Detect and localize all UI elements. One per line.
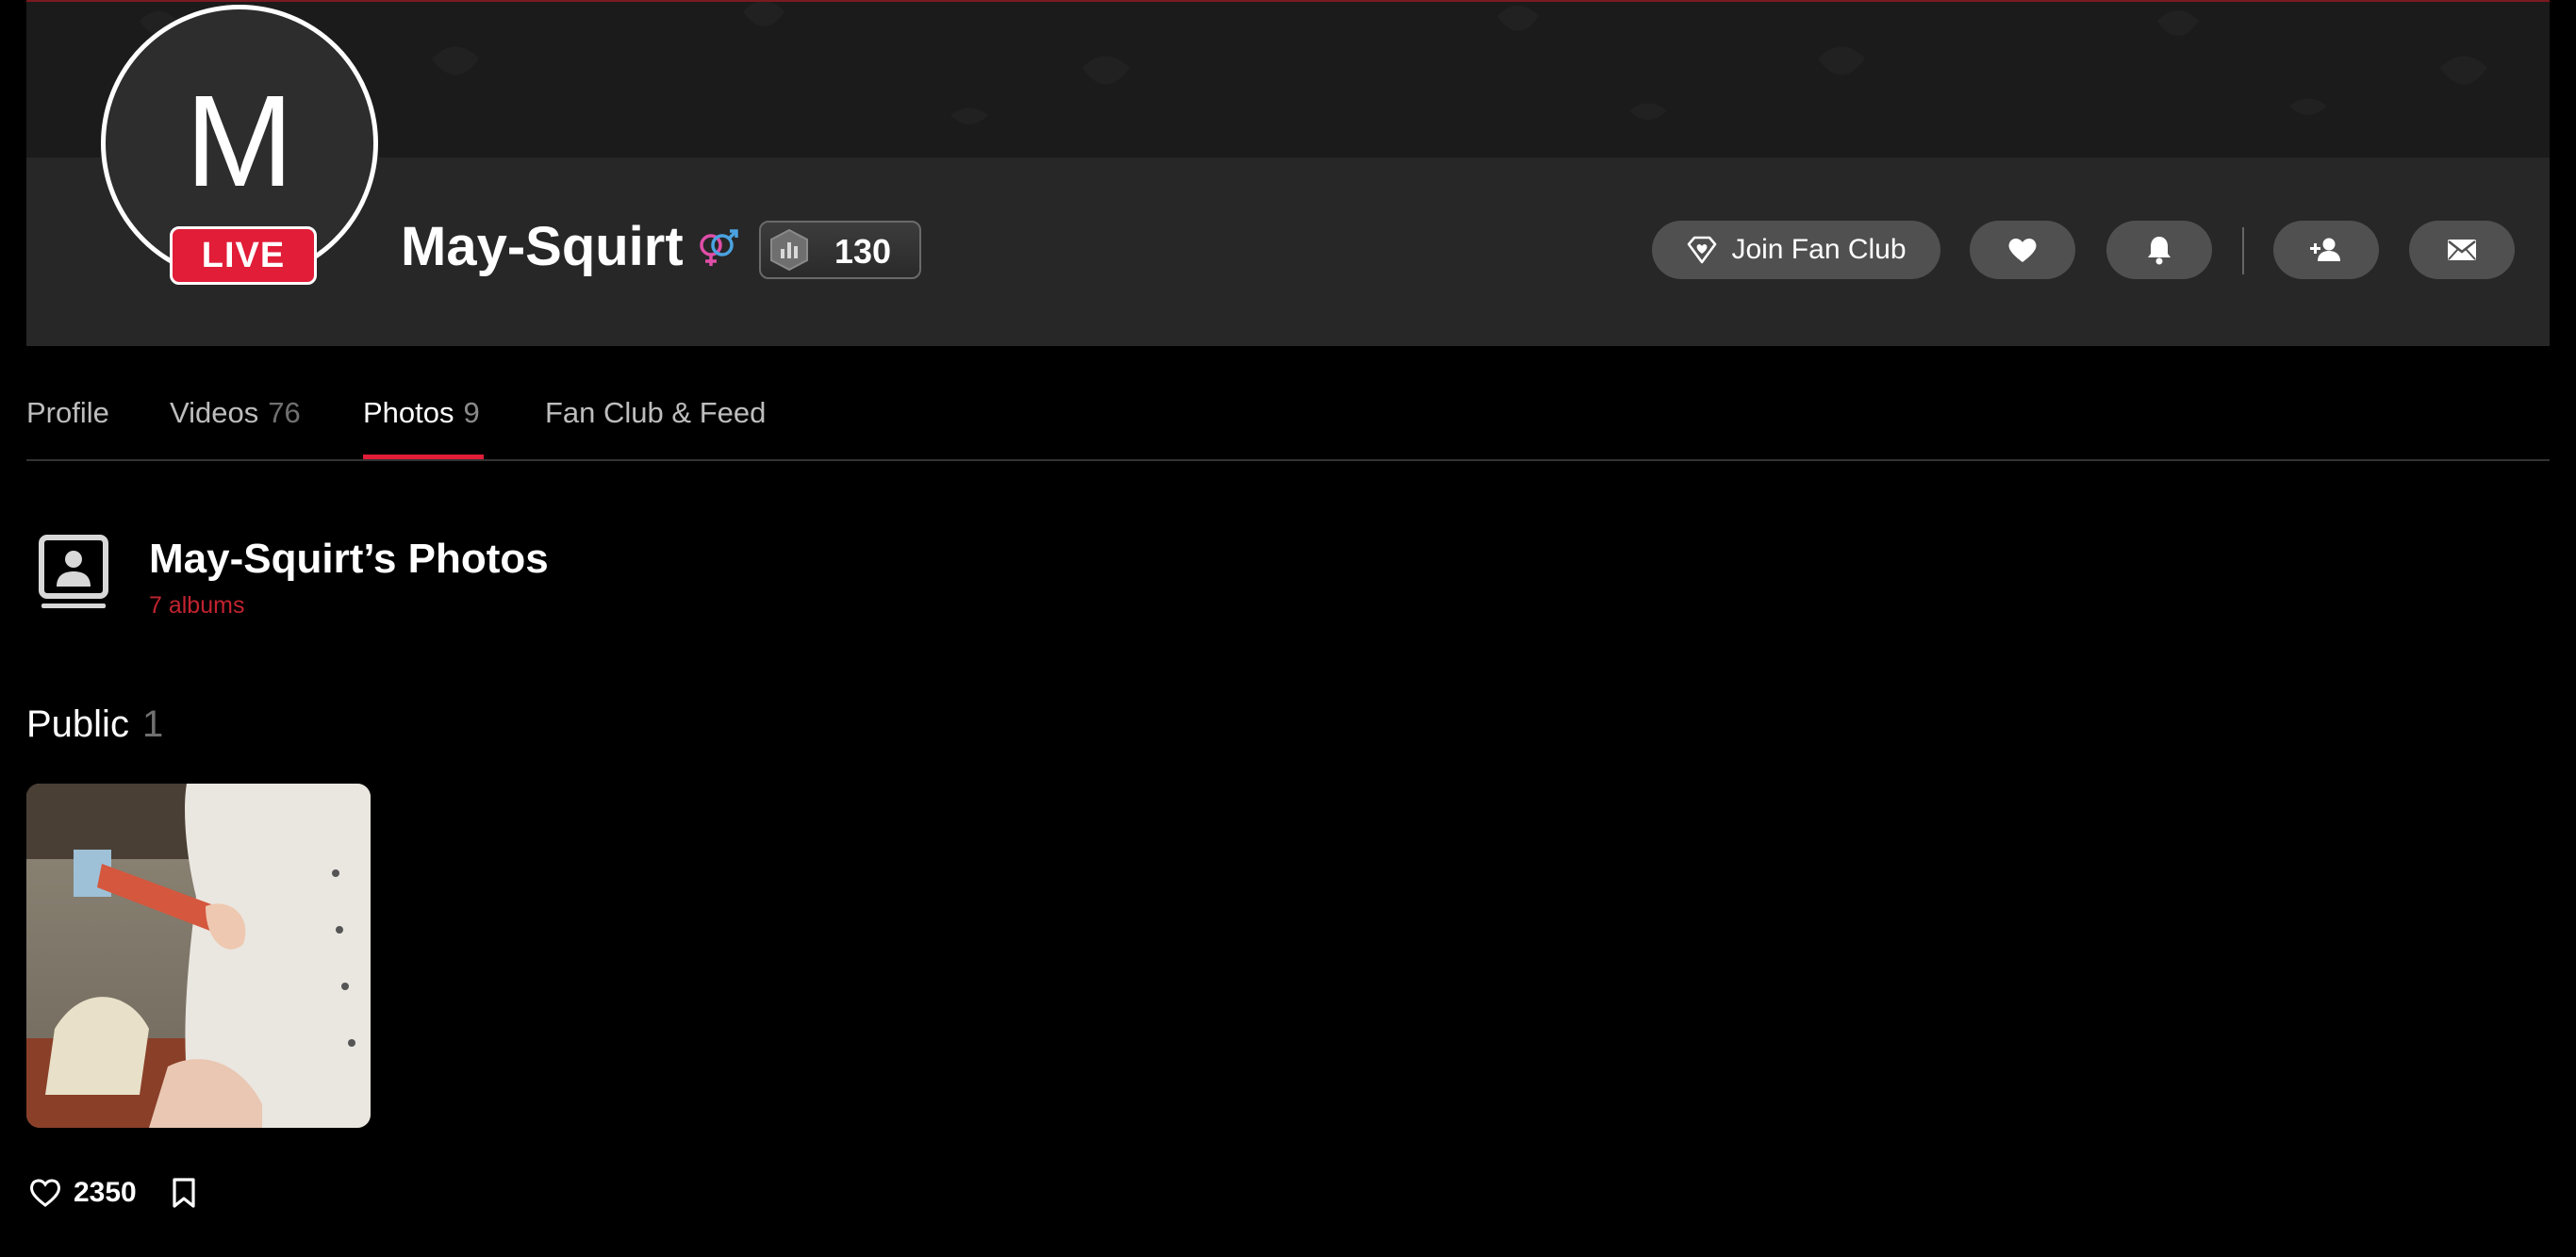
cover-banner <box>26 2 2550 157</box>
photo-image <box>26 784 371 1128</box>
tab-photos-label: Photos <box>363 396 454 429</box>
album-photo[interactable] <box>26 784 371 1128</box>
level-value: 130 <box>834 232 892 271</box>
albums-count: 7 albums <box>149 592 245 619</box>
tab-profile-label: Profile <box>26 396 109 429</box>
album-title-label: Public <box>26 703 129 745</box>
tab-profile[interactable]: Profile <box>26 396 109 430</box>
join-fan-club-button[interactable]: Join Fan Club <box>1652 221 1940 279</box>
favorite-button[interactable] <box>1970 221 2075 279</box>
profile-header <box>26 0 2550 346</box>
add-friend-icon <box>2310 238 2340 261</box>
level-badge-icon <box>770 228 808 272</box>
tab-videos-label: Videos <box>170 396 259 429</box>
tab-videos[interactable]: Videos 76 <box>170 396 301 430</box>
heart-icon <box>2008 238 2037 262</box>
actions-divider <box>2242 227 2244 274</box>
diamond-heart-icon <box>1688 236 1717 264</box>
tab-photos[interactable]: Photos 9 <box>363 396 480 430</box>
tab-fan-club-feed-label: Fan Club & Feed <box>545 396 767 429</box>
likes-count: 2350 <box>74 1177 137 1208</box>
live-badge: LIVE <box>170 226 317 285</box>
add-friend-button[interactable] <box>2273 221 2379 279</box>
bell-icon <box>2148 237 2171 265</box>
message-button[interactable] <box>2409 221 2515 279</box>
album-count: 1 <box>141 703 164 745</box>
tab-photos-count: 9 <box>463 396 480 429</box>
photo-stats: 2350 <box>28 1174 197 1212</box>
profile-tabs: Profile Videos 76 Photos 9 Fan Club & Feed <box>26 396 2550 462</box>
tab-fan-club-feed[interactable]: Fan Club & Feed <box>545 396 766 430</box>
notify-button[interactable] <box>2106 221 2212 279</box>
album-title: Public 1 <box>26 703 163 746</box>
tab-videos-count: 76 <box>268 396 301 429</box>
page: M LIVE May-Squirt 130 Join Fan Club Prof… <box>0 0 2576 1257</box>
envelope-icon <box>2448 240 2476 260</box>
photo-album-icon <box>39 535 108 608</box>
cover-pattern <box>140 2 2487 124</box>
heart-outline-icon[interactable] <box>28 1178 62 1208</box>
username: May-Squirt <box>401 216 684 277</box>
tabs-divider <box>26 459 2550 461</box>
join-fan-club-label: Join Fan Club <box>1731 234 1907 265</box>
bookmark-icon[interactable] <box>171 1177 197 1209</box>
level-badge[interactable]: 130 <box>759 221 921 279</box>
page-title: May-Squirt’s Photos <box>149 536 549 582</box>
gender-icon <box>700 229 738 266</box>
avatar-letter: M <box>185 69 294 214</box>
